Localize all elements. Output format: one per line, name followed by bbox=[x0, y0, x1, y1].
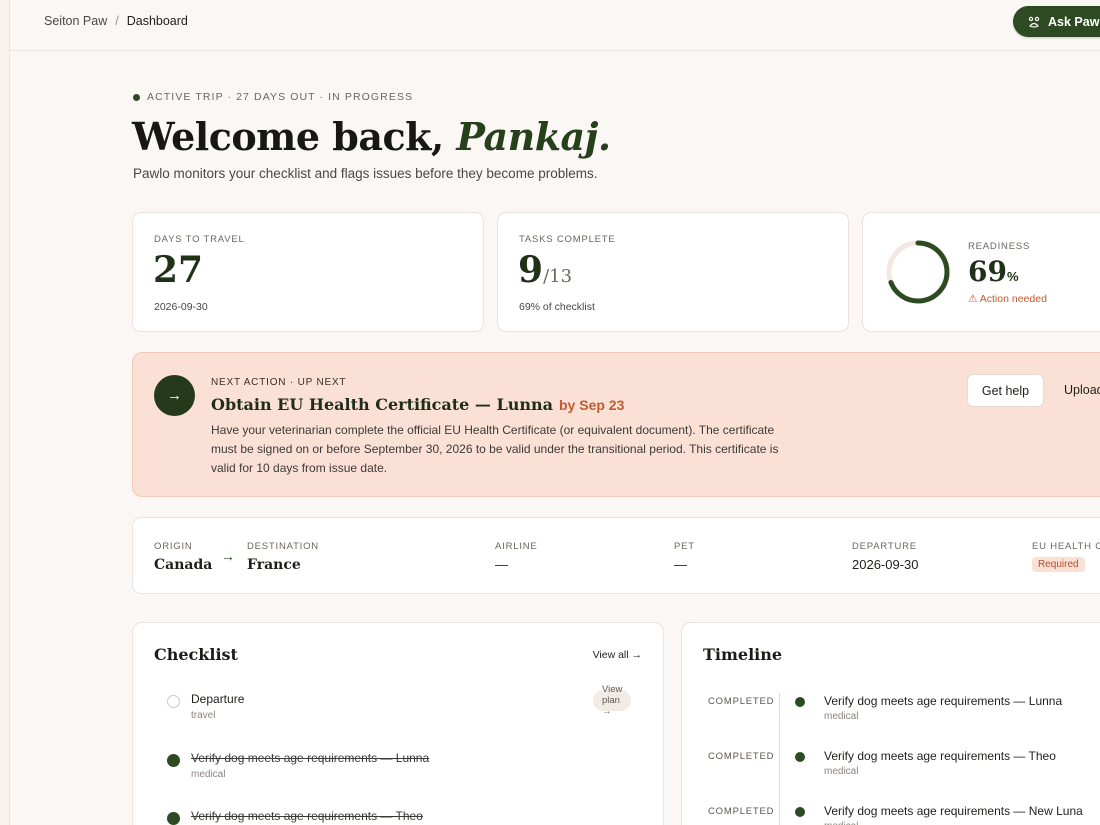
next-action-label: NEXT ACTION · UP NEXT bbox=[211, 377, 347, 388]
readiness-ring bbox=[886, 240, 950, 304]
trip-destination: DESTINATION France bbox=[247, 541, 319, 573]
airline-label: AIRLINE bbox=[495, 541, 538, 552]
next-action-title-text: Obtain EU Health Certificate — Lunna bbox=[211, 395, 553, 414]
readiness-warning: ⚠ Action needed bbox=[968, 293, 1047, 305]
days-date: 2026-09-30 bbox=[154, 301, 208, 313]
timeline-item-title: Verify dog meets age requirements — Lunn… bbox=[824, 694, 1063, 708]
trip-pet: PET — bbox=[674, 541, 695, 572]
timeline-status: COMPLETED bbox=[708, 751, 775, 762]
pet-label: PET bbox=[674, 541, 695, 552]
arrow-right-icon[interactable]: → bbox=[154, 375, 195, 416]
destination-value: France bbox=[247, 557, 301, 573]
breadcrumb-separator: / bbox=[115, 14, 119, 28]
upload-button[interactable]: Upload bbox=[1064, 383, 1100, 397]
readiness-value: 69 bbox=[968, 255, 1007, 288]
tasks-complete-card: TASKS COMPLETE 9/13 69% of checklist bbox=[497, 212, 849, 332]
readiness-value-group: 69% bbox=[968, 255, 1019, 288]
readiness-warning-text: Action needed bbox=[979, 293, 1047, 305]
sidebar-edge bbox=[0, 0, 10, 825]
view-all-link[interactable]: View all → bbox=[593, 649, 642, 661]
timeline-status: COMPLETED bbox=[708, 696, 775, 707]
trip-status: ACTIVE TRIP · 27 DAYS OUT · IN PROGRESS bbox=[133, 91, 413, 103]
timeline-item-category: medical bbox=[824, 821, 858, 825]
top-bar: Seiton Paw / Dashboard Ask Pawlo bbox=[10, 0, 1100, 51]
next-action-due: by Sep 23 bbox=[559, 397, 625, 413]
checkbox-done-icon[interactable] bbox=[167, 812, 180, 825]
readiness-label: READINESS bbox=[968, 241, 1031, 252]
breadcrumb: Seiton Paw / Dashboard bbox=[44, 14, 188, 28]
view-plan-button[interactable]: View plan → bbox=[593, 684, 632, 717]
trip-departure: DEPARTURE 2026-09-30 bbox=[852, 541, 919, 572]
welcome-text: Welcome back, bbox=[132, 114, 444, 159]
timeline-dot bbox=[795, 697, 805, 707]
airline-value: — bbox=[495, 557, 508, 572]
ask-pawlo-label: Ask Pawlo bbox=[1048, 14, 1100, 29]
readiness-unit: % bbox=[1006, 269, 1019, 284]
checkbox-done-icon[interactable] bbox=[167, 754, 180, 767]
destination-label: DESTINATION bbox=[247, 541, 319, 552]
app-frame: Seiton Paw / Dashboard Ask Pawlo ACTIVE … bbox=[0, 0, 1100, 825]
next-action-description: Have your veterinarian complete the offi… bbox=[211, 423, 779, 475]
timeline-line bbox=[779, 693, 780, 825]
page-subtitle: Pawlo monitors your checklist and flags … bbox=[133, 166, 598, 181]
checklist-title: Checklist bbox=[154, 645, 238, 664]
checklist-item-category: medical bbox=[191, 769, 226, 780]
departure-value: 2026-09-30 bbox=[852, 557, 919, 572]
timeline-title: Timeline bbox=[703, 645, 783, 664]
checklist-item-title: Verify dog meets age requirements — Lunn… bbox=[191, 751, 430, 765]
readiness-card: READINESS 69% ⚠ Action needed bbox=[862, 212, 1100, 332]
checklist-item-title: Departure bbox=[191, 692, 245, 706]
status-dot bbox=[133, 93, 140, 101]
trip-airline: AIRLINE — bbox=[495, 541, 538, 572]
checkbox-empty-icon[interactable] bbox=[167, 695, 180, 708]
checklist-item-category: travel bbox=[191, 710, 216, 721]
ask-pawlo-button[interactable]: Ask Pawlo bbox=[1013, 6, 1100, 37]
departure-label: DEPARTURE bbox=[852, 541, 917, 552]
tasks-label: TASKS COMPLETE bbox=[519, 234, 616, 245]
pet-value: — bbox=[674, 557, 687, 572]
timeline-item-category: medical bbox=[824, 711, 859, 722]
page-title: Welcome back, Pankaj. bbox=[132, 114, 611, 159]
timeline-item-title: Verify dog meets age requirements — Theo bbox=[824, 749, 1056, 763]
origin-value: Canada bbox=[154, 557, 213, 573]
timeline-panel: Timeline COMPLETED Verify dog meets age … bbox=[681, 622, 1100, 825]
tasks-value-group: 9/13 bbox=[518, 249, 572, 291]
timeline-dot bbox=[795, 807, 805, 817]
route-arrow-icon: → bbox=[221, 548, 235, 564]
breadcrumb-root[interactable]: Seiton Paw bbox=[44, 14, 107, 28]
user-name: Pankaj. bbox=[456, 114, 611, 159]
trip-origin: ORIGIN Canada bbox=[154, 541, 212, 573]
next-action-title: Obtain EU Health Certificate — Lunna by S… bbox=[211, 395, 624, 414]
days-to-travel-card: DAYS TO TRAVEL 27 2026-09-30 bbox=[132, 212, 484, 332]
days-value: 27 bbox=[153, 249, 204, 291]
checklist-item-title: Verify dog meets age requirements — Theo bbox=[191, 809, 423, 823]
tasks-total: /13 bbox=[543, 266, 573, 287]
tasks-sub: 69% of checklist bbox=[519, 301, 595, 313]
tasks-value: 9 bbox=[518, 249, 544, 291]
breadcrumb-current: Dashboard bbox=[126, 14, 188, 28]
timeline-item-title: Verify dog meets age requirements — New … bbox=[824, 804, 1083, 818]
health-cert-label: EU HEALTH CE bbox=[1032, 541, 1100, 552]
sparkle-paw-icon bbox=[1028, 16, 1040, 28]
status-badge: Required bbox=[1032, 557, 1085, 572]
origin-label: ORIGIN bbox=[154, 541, 193, 552]
get-help-button[interactable]: Get help bbox=[967, 374, 1044, 407]
timeline-dot bbox=[795, 752, 805, 762]
timeline-status: COMPLETED bbox=[708, 806, 775, 817]
trip-health-cert: EU HEALTH CE Required bbox=[1032, 541, 1100, 572]
days-label: DAYS TO TRAVEL bbox=[154, 234, 245, 245]
checklist-panel: Checklist View all → Departure travel Vi… bbox=[132, 622, 664, 825]
timeline-item-category: medical bbox=[824, 766, 859, 777]
warning-triangle-icon: ⚠ bbox=[968, 293, 978, 305]
trip-status-text: ACTIVE TRIP · 27 DAYS OUT · IN PROGRESS bbox=[147, 91, 414, 103]
next-action-card: → NEXT ACTION · UP NEXT Obtain EU Health… bbox=[132, 352, 1100, 497]
trip-details: ORIGIN Canada → DESTINATION France AIRLI… bbox=[132, 517, 1100, 594]
